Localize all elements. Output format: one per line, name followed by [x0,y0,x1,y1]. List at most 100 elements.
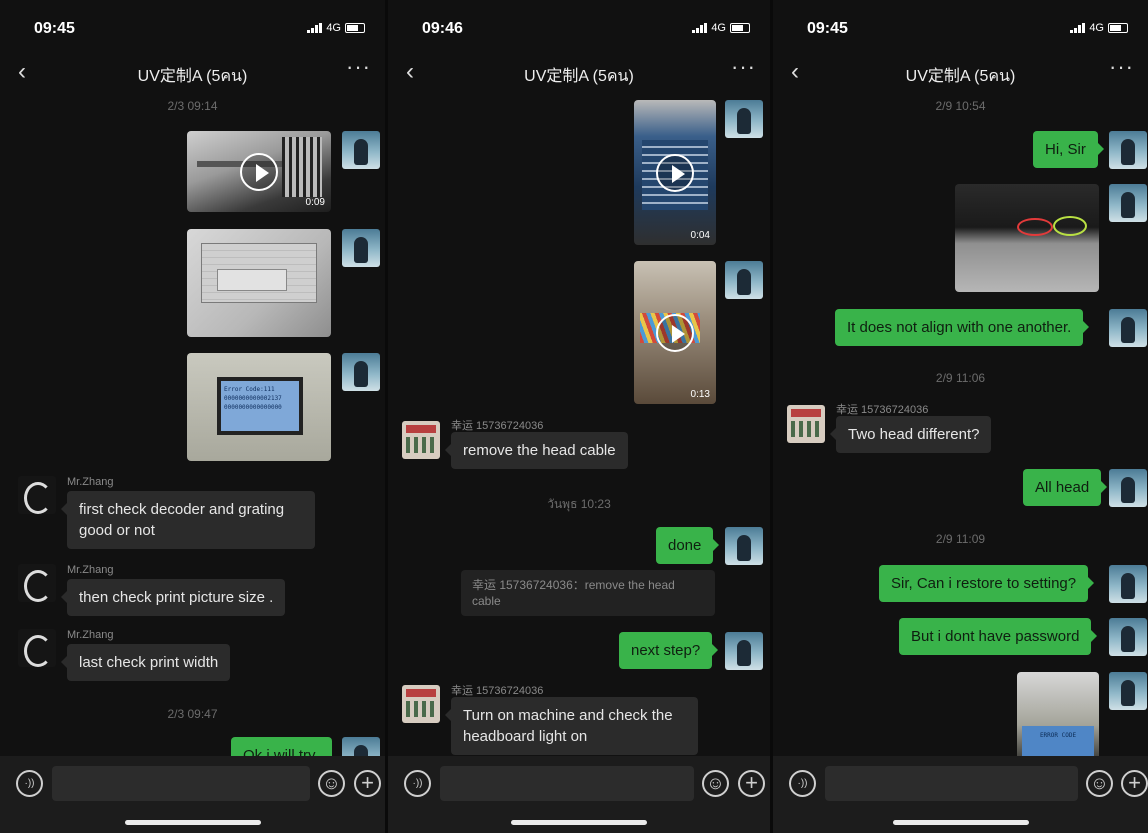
quoted-message[interactable]: 幸运 15736724036：remove the head cable [461,570,715,616]
emoji-icon[interactable]: ☺ [318,770,345,797]
plus-icon[interactable]: + [738,770,765,797]
timestamp: 2/9 11:09 [935,532,986,546]
video-message[interactable]: 0:09 [187,131,331,212]
message-bubble[interactable]: All head [1023,469,1108,506]
avatar[interactable] [1109,309,1147,347]
input-bar: ·)) ☺ + [0,756,385,833]
image-message[interactable] [955,184,1099,292]
image-message[interactable] [187,229,331,337]
chat-title: UV定制A (5คน) [137,68,248,85]
chat-header: ‹ UV定制A (5คน) ··· [773,50,1148,94]
message-bubble[interactable]: first check decoder and grating good or … [61,491,315,549]
message-bubble[interactable]: It does not align with one another. [835,309,1090,346]
avatar[interactable] [787,405,825,443]
message-bubble[interactable]: last check print width [60,644,231,681]
play-icon [240,152,278,191]
screen-text: ERROR CODE [1022,726,1094,760]
more-icon[interactable]: ··· [346,54,371,80]
home-indicator [124,820,261,825]
chat-panel-3: 09:45 4G ‹ UV定制A (5คน) ··· 2/9 10:54 Hi,… [773,0,1148,833]
play-icon [656,313,694,352]
network-label: 4G [326,22,341,34]
message-input[interactable] [440,766,694,801]
avatar[interactable] [18,564,56,602]
more-icon[interactable]: ··· [1109,54,1134,80]
avatar[interactable] [1109,184,1147,222]
chat-panel-2: 09:46 4G ‹ UV定制A (5คน) ··· 0:04 0:13 幸运 … [388,0,770,833]
screen-text-line: Error Code:111 [224,386,275,393]
avatar[interactable] [725,100,763,138]
avatar[interactable] [342,229,380,267]
status-bar: 09:46 4G [388,0,770,44]
message-bubble[interactable]: Hi, Sir [1033,131,1104,168]
sender-name: 幸运 15736724036 [451,685,544,697]
plus-icon[interactable]: + [354,770,381,797]
image-message[interactable]: Error Code:111 0000000000002137 00000000… [187,353,331,461]
sender-name: Mr.Zhang [67,564,114,576]
timestamp: 2/9 11:06 [935,371,986,385]
avatar[interactable] [402,421,440,459]
network-indicator: 4G [1070,22,1128,34]
status-bar: 09:45 4G [0,0,385,44]
battery-icon [1108,23,1128,33]
signal-icon [692,23,708,33]
screen-text-line: 0000000000002137 [224,395,282,402]
input-bar: ·)) ☺ + [388,756,770,833]
avatar[interactable] [402,685,440,723]
plus-icon[interactable]: + [1121,770,1148,797]
battery-icon [345,23,365,33]
voice-icon[interactable]: ·)) [789,770,816,797]
message-bubble[interactable]: done [656,527,720,564]
network-indicator: 4G [307,22,365,34]
status-time: 09:45 [807,20,848,37]
avatar[interactable] [342,353,380,391]
sender-name: Mr.Zhang [67,629,114,641]
avatar[interactable] [342,131,380,169]
chat-header: ‹ UV定制A (5คน) ··· [388,50,770,94]
chat-panel-1: 09:45 4G ‹ UV定制A (5คน) ··· 2/3 09:14 0:0… [0,0,385,833]
more-icon[interactable]: ··· [731,54,756,80]
network-label: 4G [711,22,726,34]
message-input[interactable] [825,766,1078,801]
play-icon [656,153,694,192]
signal-icon [1070,23,1086,33]
message-bubble[interactable]: Two head different? [829,416,992,453]
message-bubble[interactable]: Turn on machine and check the headboard … [445,697,698,755]
screen-text-line: 0000000000000000 [224,404,282,411]
voice-icon[interactable]: ·)) [404,770,431,797]
signal-icon [307,23,323,33]
avatar[interactable] [725,261,763,299]
avatar[interactable] [1109,131,1147,169]
video-duration: 0:09 [305,197,325,208]
voice-icon[interactable]: ·)) [16,770,43,797]
avatar[interactable] [18,476,56,514]
message-input[interactable] [52,766,310,801]
video-message[interactable]: 0:04 [634,100,716,245]
sender-name: 幸运 15736724036 [451,420,544,432]
status-bar: 09:45 4G [773,0,1148,44]
avatar[interactable] [1109,672,1147,710]
avatar[interactable] [725,527,763,565]
message-bubble[interactable]: But i dont have password [899,618,1098,655]
message-bubble[interactable]: next step? [619,632,719,669]
image-message[interactable]: ERROR CODE [1017,672,1099,760]
network-indicator: 4G [692,22,750,34]
message-bubble[interactable]: remove the head cable [445,432,628,469]
avatar[interactable] [1109,565,1147,603]
message-bubble[interactable]: Sir, Can i restore to setting? [879,565,1095,602]
timestamp: 2/3 09:14 [167,99,218,113]
timestamp: 2/3 09:47 [167,707,218,721]
video-duration: 0:13 [690,389,710,400]
timestamp: 2/9 10:54 [935,99,986,113]
avatar[interactable] [18,629,56,667]
timestamp: วันพุธ 10:23 [547,497,611,511]
avatar[interactable] [1109,469,1147,507]
avatar[interactable] [1109,618,1147,656]
message-bubble[interactable]: then check print picture size . [60,579,286,616]
emoji-icon[interactable]: ☺ [702,770,729,797]
sender-name: 幸运 15736724036 [836,404,929,416]
avatar[interactable] [725,632,763,670]
battery-icon [730,23,750,33]
video-message[interactable]: 0:13 [634,261,716,404]
emoji-icon[interactable]: ☺ [1086,770,1113,797]
